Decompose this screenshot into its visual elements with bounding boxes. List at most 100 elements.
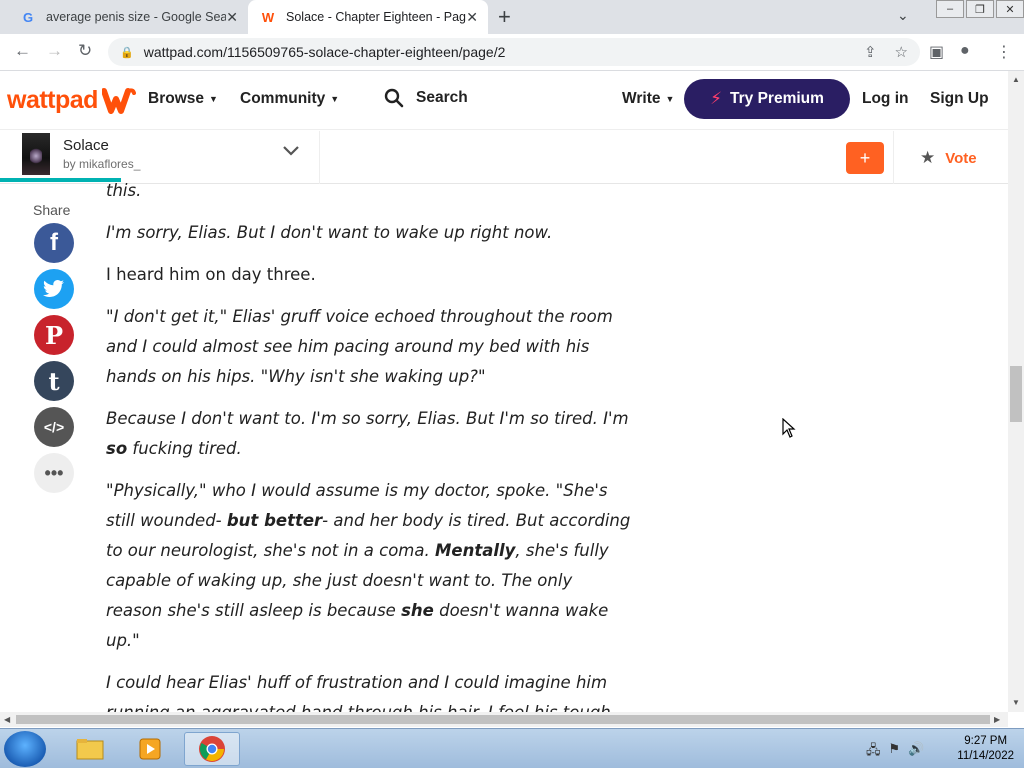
write-label: Write	[622, 90, 661, 107]
clock[interactable]: 9:27 PM 11/14/2022	[957, 734, 1014, 764]
paragraph-text-bold: but better	[226, 511, 323, 530]
more-icon[interactable]: •••	[34, 453, 74, 493]
sidebar-icon[interactable]: ▣	[929, 42, 944, 62]
file-explorer-icon[interactable]	[62, 732, 118, 766]
paragraph: I'm sorry, Elias. But I don't want to wa…	[106, 218, 631, 248]
paragraph-text: I'm sorry, Elias. But I don't want to wa…	[106, 223, 553, 242]
flag-icon[interactable]: ⚑	[889, 741, 901, 763]
divider	[893, 131, 894, 184]
vote-label: Vote	[945, 149, 977, 167]
pinterest-icon[interactable]: P	[34, 315, 74, 355]
chevron-down-icon[interactable]	[282, 145, 300, 157]
community-menu[interactable]: Community ▼	[240, 90, 339, 108]
paragraph-text: Because I don't want to. I'm so sorry, E…	[106, 409, 629, 428]
wattpad-w-icon	[101, 88, 136, 114]
horizontal-scroll-thumb[interactable]	[16, 715, 990, 724]
signup-link[interactable]: Sign Up	[930, 90, 989, 108]
logo-text: wattpad	[7, 85, 98, 114]
site-header: wattpad Browse ▼ Community ▼ Search Write ▼…	[0, 71, 1008, 130]
chrome-taskbar-icon[interactable]	[184, 732, 240, 766]
paragraph: Because I don't want to. I'm so sorry, E…	[106, 404, 631, 464]
tab-search-icon[interactable]: ⌄	[897, 7, 909, 24]
caret-down-icon: ▼	[330, 94, 340, 104]
scroll-right-arrow-icon[interactable]: ▶	[994, 715, 1000, 724]
vertical-scroll-thumb[interactable]	[1010, 366, 1022, 422]
premium-label: Try Premium	[730, 90, 824, 107]
chrome-glyph	[199, 736, 225, 762]
tumblr-icon[interactable]: t	[34, 361, 74, 401]
story-text: this. I'm sorry, Elias. But I don't want…	[106, 176, 631, 768]
new-tab-button[interactable]: +	[498, 4, 511, 30]
caret-down-icon: ▼	[209, 94, 218, 104]
vote-button[interactable]: ★ Vote	[920, 148, 977, 168]
screen: G average penis size - Google Sear ✕ W S…	[0, 0, 1024, 768]
paragraph-text-bold: she	[401, 601, 434, 620]
paragraph: this.	[106, 176, 631, 206]
search-button[interactable]: Search	[384, 88, 468, 108]
paragraph: I heard him on day three.	[106, 260, 631, 290]
scroll-down-arrow-icon[interactable]: ▼	[1012, 698, 1020, 707]
media-player-icon[interactable]	[122, 732, 178, 766]
browse-label: Browse	[148, 90, 204, 107]
story-cover-image[interactable]	[22, 133, 50, 175]
embed-icon[interactable]: </>	[34, 407, 74, 447]
tab-google-search[interactable]: G average penis size - Google Sear ✕	[8, 0, 248, 34]
star-icon: ★	[920, 148, 936, 167]
mouse-cursor-icon	[782, 418, 796, 438]
back-arrow-icon[interactable]: ←	[14, 41, 31, 61]
lightning-icon: ⚡	[710, 89, 723, 108]
tab-title: Solace - Chapter Eighteen - Page	[286, 10, 466, 24]
story-title[interactable]: Solace	[63, 137, 109, 154]
close-icon[interactable]: ✕	[466, 9, 478, 26]
window-close-button[interactable]: ✕	[996, 0, 1024, 18]
story-author[interactable]: by mikaflores_	[63, 157, 140, 171]
menu-dots-icon[interactable]: ⋮	[996, 42, 1012, 62]
restore-button[interactable]: ❐	[966, 0, 994, 18]
reading-progress-bar	[0, 178, 121, 182]
profile-avatar-icon[interactable]: ●	[960, 42, 970, 60]
search-label: Search	[416, 89, 468, 106]
try-premium-button[interactable]: ⚡ Try Premium	[684, 79, 850, 119]
system-tray: 🖧 ⚑ 🔊	[866, 741, 924, 763]
signup-label: Sign Up	[930, 90, 989, 107]
paragraph-text-bold: so	[106, 439, 128, 458]
tab-wattpad-story[interactable]: W Solace - Chapter Eighteen - Page ✕	[248, 0, 488, 34]
login-link[interactable]: Log in	[862, 90, 909, 108]
paragraph-text: I heard him on day three.	[106, 265, 316, 284]
url-text: wattpad.com/1156509765-solace-chapter-ei…	[143, 44, 506, 60]
twitter-bird-glyph	[43, 280, 64, 297]
caret-down-icon: ▼	[665, 94, 675, 104]
network-icon[interactable]: 🖧	[866, 741, 881, 763]
scroll-left-arrow-icon[interactable]: ◀	[4, 715, 10, 724]
clock-time: 9:27 PM	[964, 735, 1008, 747]
google-icon: G	[22, 9, 34, 25]
community-label: Community	[240, 90, 326, 107]
browser-toolbar: ← → ↻ 🔒 wattpad.com/1156509765-solace-ch…	[0, 34, 1024, 71]
volume-icon[interactable]: 🔊	[908, 741, 924, 763]
clock-date: 11/14/2022	[957, 750, 1014, 762]
minimize-button[interactable]: –	[936, 0, 964, 18]
paragraph-text: this.	[106, 181, 142, 200]
lock-icon: 🔒	[120, 46, 134, 59]
address-bar[interactable]: 🔒 wattpad.com/1156509765-solace-chapter-…	[108, 38, 920, 66]
paragraph-text-bold: Mentally	[434, 541, 516, 560]
facebook-icon[interactable]: f	[34, 223, 74, 263]
close-icon[interactable]: ✕	[226, 9, 238, 26]
twitter-icon[interactable]	[34, 269, 74, 309]
reload-icon[interactable]: ↻	[78, 41, 92, 61]
login-label: Log in	[862, 90, 909, 107]
bookmark-star-icon[interactable]: ☆	[895, 43, 908, 61]
wattpad-icon: W	[261, 9, 275, 25]
browse-menu[interactable]: Browse ▼	[148, 90, 218, 108]
start-button[interactable]	[4, 731, 46, 767]
paragraph-text: I don't get it," Elias' gruff voice echo…	[106, 307, 613, 386]
wattpad-logo[interactable]: wattpad	[7, 85, 136, 115]
forward-arrow-icon[interactable]: →	[46, 41, 63, 61]
scroll-up-arrow-icon[interactable]: ▲	[1012, 75, 1020, 84]
tab-strip: G average penis size - Google Sear ✕ W S…	[0, 0, 1024, 34]
search-icon	[384, 88, 404, 108]
write-menu[interactable]: Write ▼	[622, 90, 674, 108]
folder-glyph	[76, 739, 104, 760]
add-to-library-button[interactable]: +	[846, 142, 884, 174]
share-icon[interactable]: ⇪	[864, 43, 877, 61]
